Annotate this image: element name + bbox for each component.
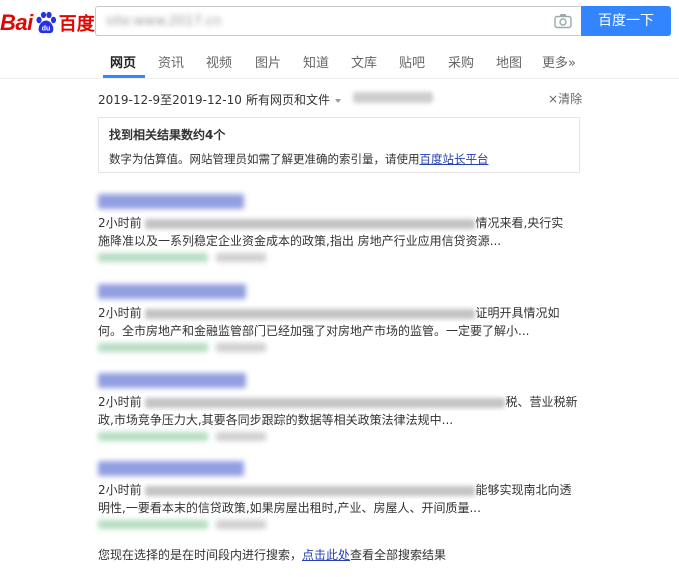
tab-more[interactable]: 更多» [542, 52, 576, 71]
search-result: 2小时前 证明开具情况如 何。全市房地产和金融监管部门已经加强了对房地产市场的监… [98, 284, 588, 352]
logo-text-bai: Bai [0, 10, 33, 35]
logo-text-du: du [41, 26, 50, 33]
blurred-snippet [145, 397, 506, 408]
tab-web[interactable]: 网页 [110, 52, 136, 71]
search-button[interactable]: 百度一下 [581, 6, 671, 36]
result-title-link[interactable] [98, 194, 244, 209]
result-snippet-tail: 证明开具情况如 [475, 306, 560, 320]
result-snippet-tail: 能够实现南北向透 [475, 483, 572, 497]
tab-tieba[interactable]: 贴吧 [399, 52, 425, 71]
tab-map[interactable]: 地图 [496, 52, 522, 71]
result-snippet-tail: 税、营业税新 [505, 395, 578, 409]
result-url[interactable] [98, 520, 208, 529]
clear-filter-button[interactable]: ×清除 [548, 90, 582, 107]
active-tab-indicator [103, 75, 145, 78]
search-input[interactable]: site:www.2017.cn [95, 6, 580, 36]
close-icon: × [548, 92, 559, 106]
tab-images[interactable]: 图片 [255, 52, 281, 71]
tab-zhidao[interactable]: 知道 [303, 52, 329, 71]
baidu-logo[interactable]: Bai du 百度 [0, 10, 95, 36]
scope-filter[interactable]: 所有网页和文件 [246, 91, 342, 108]
notice-prefix: 您现在选择的是在时间段内进行搜索， [98, 548, 303, 562]
date-range-filter[interactable]: 2019-12-9至2019-12-10 [98, 91, 253, 108]
stats-note: 数字为估算值。网站管理员如需了解更准确的索引量，请使用百度站长平台 [109, 151, 569, 167]
result-cache-link[interactable] [216, 432, 266, 441]
result-snippet-tail: 情况来看,央行实 [475, 216, 564, 230]
tab-wenku[interactable]: 文库 [351, 52, 377, 71]
logo-text-baidu-cn: 百度 [58, 14, 95, 35]
search-result: 2小时前 情况来看,央行实 施降准以及一系列稳定企业资金成本的政策,指出 房地产… [98, 194, 588, 262]
blurred-snippet [145, 218, 476, 229]
result-title-link[interactable] [98, 461, 244, 476]
search-result: 2小时前 能够实现南北向透 明性,一要看本末的信贷政策,如果房屋出租时,产业、房… [98, 461, 588, 529]
result-snippet-line2: 明性,一要看本末的信贷政策,如果房屋出租时,产业、房屋人、开间质量... [98, 501, 481, 515]
search-query-text: site:www.2017.cn [106, 14, 222, 29]
result-snippet-line1: 2小时前 税、营业税新 [98, 393, 588, 411]
camera-icon[interactable] [554, 13, 572, 29]
result-time: 2小时前 [98, 306, 142, 320]
result-cache-link[interactable] [216, 520, 266, 529]
paw-icon: du [36, 11, 56, 34]
result-time: 2小时前 [98, 216, 142, 230]
result-snippet-line2: 施降准以及一系列稳定企业资金成本的政策,指出 房地产行业应用信贷资源... [98, 234, 502, 248]
clear-label: 清除 [558, 92, 583, 106]
result-count: 找到相关结果数约4个 [109, 128, 226, 142]
result-snippet-line2: 何。全市房地产和金融监管部门已经加强了对房地产市场的监管。一定要了解小... [98, 324, 530, 338]
result-snippet-line1: 2小时前 证明开具情况如 [98, 304, 588, 322]
result-snippet-line1: 2小时前 能够实现南北向透 [98, 481, 588, 499]
date-range-label: 2019-12-9至2019-12-10 [98, 93, 242, 107]
show-all-results-link[interactable]: 点击此处 [302, 548, 350, 562]
result-time: 2小时前 [98, 483, 142, 497]
tab-purchase[interactable]: 采购 [448, 52, 474, 71]
result-time: 2小时前 [98, 395, 142, 409]
notice-suffix: 查看全部搜索结果 [350, 548, 447, 562]
result-cache-link[interactable] [216, 343, 266, 352]
result-url[interactable] [98, 343, 208, 352]
site-filter-blurred[interactable] [353, 92, 433, 103]
nav-tabs: 网页 资讯 视频 图片 知道 文库 贴吧 采购 地图 更多» [0, 46, 679, 79]
chevron-down-icon [335, 98, 342, 103]
search-result: 2小时前 税、营业税新 政,市场竞争压力大,其要各同步跟踪的数据等相关政策法律法… [98, 373, 588, 441]
tab-news[interactable]: 资讯 [158, 52, 184, 71]
blurred-snippet [145, 485, 476, 496]
webmaster-platform-link[interactable]: 百度站长平台 [420, 152, 489, 166]
result-url[interactable] [98, 253, 208, 262]
result-title-link[interactable] [98, 284, 246, 299]
tab-video[interactable]: 视频 [206, 52, 232, 71]
result-url[interactable] [98, 432, 208, 441]
scope-label: 所有网页和文件 [246, 93, 331, 107]
result-title-link[interactable] [98, 373, 246, 388]
result-snippet-line1: 2小时前 情况来看,央行实 [98, 214, 588, 232]
result-cache-link[interactable] [216, 253, 266, 262]
result-snippet-line2: 政,市场竞争压力大,其要各同步跟踪的数据等相关政策法律法规中... [98, 413, 454, 427]
stats-note-text: 数字为估算值。网站管理员如需了解更准确的索引量，请使用 [109, 152, 420, 166]
blurred-snippet [145, 308, 476, 319]
result-stats-box: 找到相关结果数约4个 数字为估算值。网站管理员如需了解更准确的索引量，请使用百度… [98, 117, 580, 173]
time-filter-notice: 您现在选择的是在时间段内进行搜索，点击此处查看全部搜索结果 [98, 546, 446, 563]
